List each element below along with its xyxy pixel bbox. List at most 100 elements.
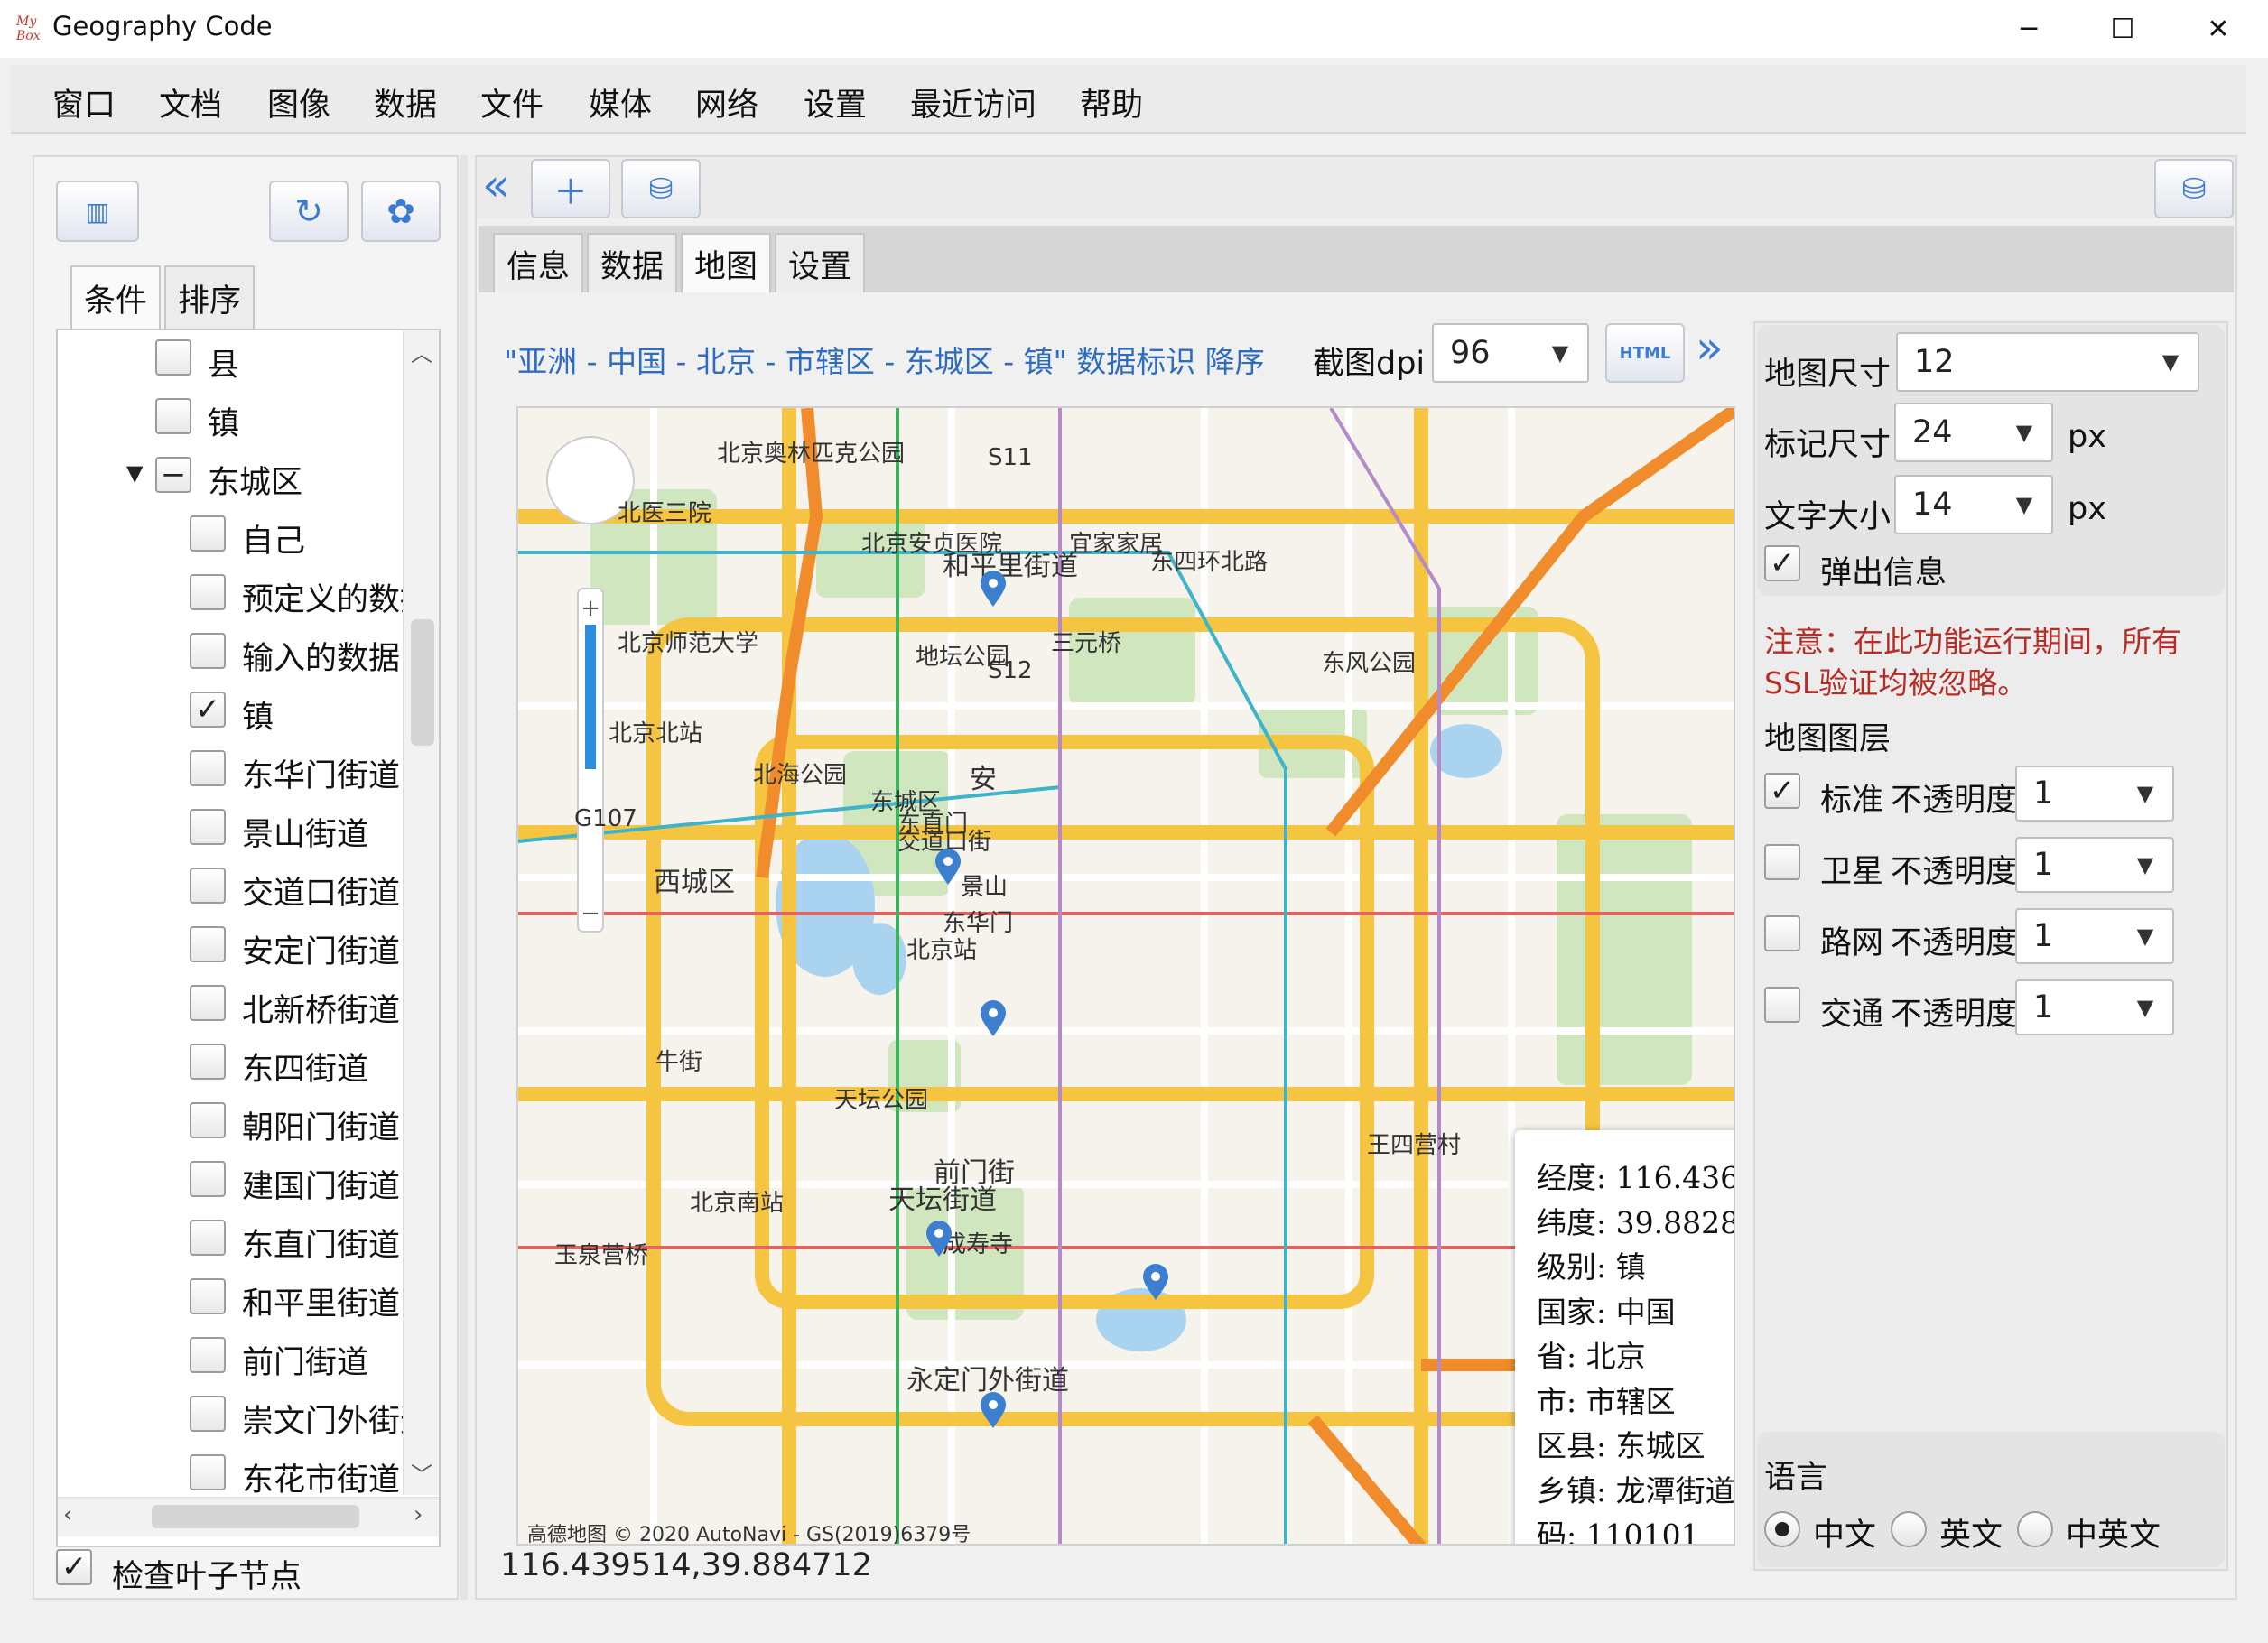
minimize-button[interactable]: ─ — [1981, 0, 2077, 58]
tree-item[interactable]: 东花市街道 — [58, 1443, 401, 1495]
dpi-combo[interactable]: 96 ▼ — [1432, 323, 1589, 383]
maximize-button[interactable]: ☐ — [2075, 0, 2170, 58]
menu-settings[interactable]: 设置 — [804, 79, 867, 125]
tree-item-checkbox[interactable] — [190, 1161, 226, 1197]
tree-item-checkbox[interactable] — [190, 750, 226, 786]
tab-settings[interactable]: 设置 — [775, 233, 865, 292]
expand-arrow-icon[interactable]: ▼ — [126, 460, 143, 486]
add-button[interactable]: ＋ — [531, 159, 610, 218]
tab-sort[interactable]: 排序 — [164, 265, 255, 329]
map-view[interactable]: + − 北京奥林匹克公园 北医三院 北京安贞医院 宜家家居 和平里街道 北京师范大学 地坛公… — [516, 406, 1735, 1546]
query-button[interactable]: ▥ — [56, 181, 139, 242]
tree-item-checkbox[interactable] — [190, 1396, 226, 1432]
tree-item[interactable]: 北新桥街道 — [58, 974, 401, 1033]
tree-item-checkbox[interactable] — [190, 985, 226, 1021]
tree-item[interactable]: 东四街道 — [58, 1033, 401, 1091]
scroll-thumb[interactable] — [411, 619, 434, 746]
tree-item-checkbox[interactable] — [155, 398, 191, 434]
menu-recent[interactable]: 最近访问 — [910, 79, 1036, 125]
tree-item[interactable]: 安定门街道 — [58, 915, 401, 974]
layer-checkbox-2[interactable] — [1764, 915, 1800, 951]
collapse-left-icon[interactable]: « — [482, 162, 510, 208]
scroll-left-icon[interactable]: ‹ — [63, 1501, 72, 1528]
menu-file[interactable]: 文件 — [480, 79, 544, 125]
text-size-combo[interactable]: 14 ▼ — [1894, 475, 2053, 534]
menu-image[interactable]: 图像 — [267, 79, 330, 125]
tree-item-checkbox[interactable] — [155, 339, 191, 376]
tree-item-checkbox[interactable] — [190, 1102, 226, 1138]
tree-item-checkbox[interactable] — [190, 926, 226, 962]
tree-item[interactable]: 东直门街道 — [58, 1209, 401, 1267]
tree-item-checkbox[interactable] — [190, 633, 226, 669]
layer-opacity-combo[interactable]: 1 ▼ — [2015, 766, 2174, 822]
tree-item[interactable]: 和平里街道 — [58, 1267, 401, 1326]
tree-item[interactable]: 前门街道 — [58, 1326, 401, 1385]
tab-map[interactable]: 地图 — [681, 233, 771, 292]
tree-item-checkbox[interactable] — [190, 515, 226, 552]
tree-item-checkbox[interactable] — [190, 868, 226, 904]
language-radio-both[interactable] — [2017, 1511, 2053, 1547]
close-button[interactable]: ✕ — [2170, 0, 2266, 58]
tree-item[interactable]: 建国门街道 — [58, 1150, 401, 1209]
map-marker-icon[interactable] — [925, 1221, 953, 1258]
tree-item[interactable]: 朝阳门街道 — [58, 1091, 401, 1150]
scroll-up-icon[interactable]: ︿ — [411, 336, 432, 367]
h-scroll-thumb[interactable] — [152, 1505, 359, 1528]
tree-item-checkbox[interactable] — [190, 1454, 226, 1490]
tab-data[interactable]: 数据 — [587, 233, 677, 292]
layer-checkbox-3[interactable] — [1764, 987, 1800, 1023]
tree-item[interactable]: 自己 — [58, 505, 401, 563]
tree-item-checkbox[interactable] — [190, 1278, 226, 1314]
map-size-combo[interactable]: 12 ▼ — [1896, 332, 2199, 392]
layer-checkbox-0[interactable]: ✓ — [1764, 773, 1800, 809]
map-marker-icon[interactable] — [1141, 1264, 1170, 1302]
tree-item[interactable]: ▼ − 东城区 — [58, 446, 401, 505]
popup-checkbox[interactable]: ✓ — [1764, 545, 1800, 581]
layer-opacity-combo[interactable]: 1 ▼ — [2015, 908, 2174, 964]
layer-opacity-combo[interactable]: 1 ▼ — [2015, 979, 2174, 1035]
tree-item-checkbox[interactable] — [190, 574, 226, 610]
tree-item[interactable]: 东华门街道 — [58, 739, 401, 798]
scroll-right-icon[interactable]: › — [414, 1501, 423, 1528]
tab-conditions[interactable]: 条件 — [70, 265, 161, 329]
map-marker-icon[interactable] — [979, 1392, 1008, 1430]
tree-item[interactable]: 预定义的数据 — [58, 563, 403, 622]
layer-checkbox-1[interactable] — [1764, 844, 1800, 880]
menu-network[interactable]: 网络 — [695, 79, 758, 125]
map-marker-icon[interactable] — [979, 571, 1008, 608]
tree-item-checkbox[interactable] — [190, 1044, 226, 1080]
tree-item[interactable]: 镇 — [58, 387, 401, 446]
tree-item-checkbox[interactable]: ✓ — [190, 692, 226, 728]
tree-item-checkbox[interactable]: − — [155, 457, 191, 493]
menu-window[interactable]: 窗口 — [52, 79, 116, 125]
language-radio-english[interactable] — [1891, 1511, 1927, 1547]
layer-opacity-combo[interactable]: 1 ▼ — [2015, 837, 2174, 893]
menu-data[interactable]: 数据 — [374, 79, 437, 125]
tree-item[interactable]: 输入的数据 — [58, 622, 401, 681]
export-database-button[interactable]: ⛁ — [2154, 159, 2234, 218]
tree-item[interactable]: 县 — [58, 330, 401, 387]
refresh-button[interactable]: ↻ — [269, 181, 349, 242]
add-database-button[interactable]: ⛁ — [621, 159, 701, 218]
html-export-button[interactable]: HTML — [1605, 323, 1685, 383]
language-radio-chinese[interactable] — [1764, 1511, 1800, 1547]
menu-media[interactable]: 媒体 — [589, 79, 652, 125]
tree-item[interactable]: 交道口街道 — [58, 857, 401, 915]
expand-right-icon[interactable]: » — [1696, 325, 1724, 370]
tree-item[interactable]: 崇文门外街道 — [58, 1385, 403, 1443]
tree-item[interactable]: ✓ 镇 — [58, 681, 401, 739]
map-marker-icon[interactable] — [934, 849, 962, 886]
tree-horizontal-scrollbar[interactable]: ‹ › — [58, 1497, 439, 1536]
options-button[interactable]: ✿ — [361, 181, 441, 242]
tab-info[interactable]: 信息 — [493, 233, 583, 292]
splitter[interactable] — [460, 155, 468, 1600]
tree-item-checkbox[interactable] — [190, 809, 226, 845]
tree-item-checkbox[interactable] — [190, 1220, 226, 1256]
tree-vertical-scrollbar[interactable]: ︿ ﹀ — [403, 330, 439, 1495]
menu-help[interactable]: 帮助 — [1080, 79, 1143, 125]
menu-document[interactable]: 文档 — [159, 79, 222, 125]
tree-item[interactable]: 景山街道 — [58, 798, 401, 857]
marker-size-combo[interactable]: 24 ▼ — [1894, 403, 2053, 462]
map-marker-icon[interactable] — [979, 1000, 1008, 1038]
scroll-down-icon[interactable]: ﹀ — [411, 1457, 432, 1489]
